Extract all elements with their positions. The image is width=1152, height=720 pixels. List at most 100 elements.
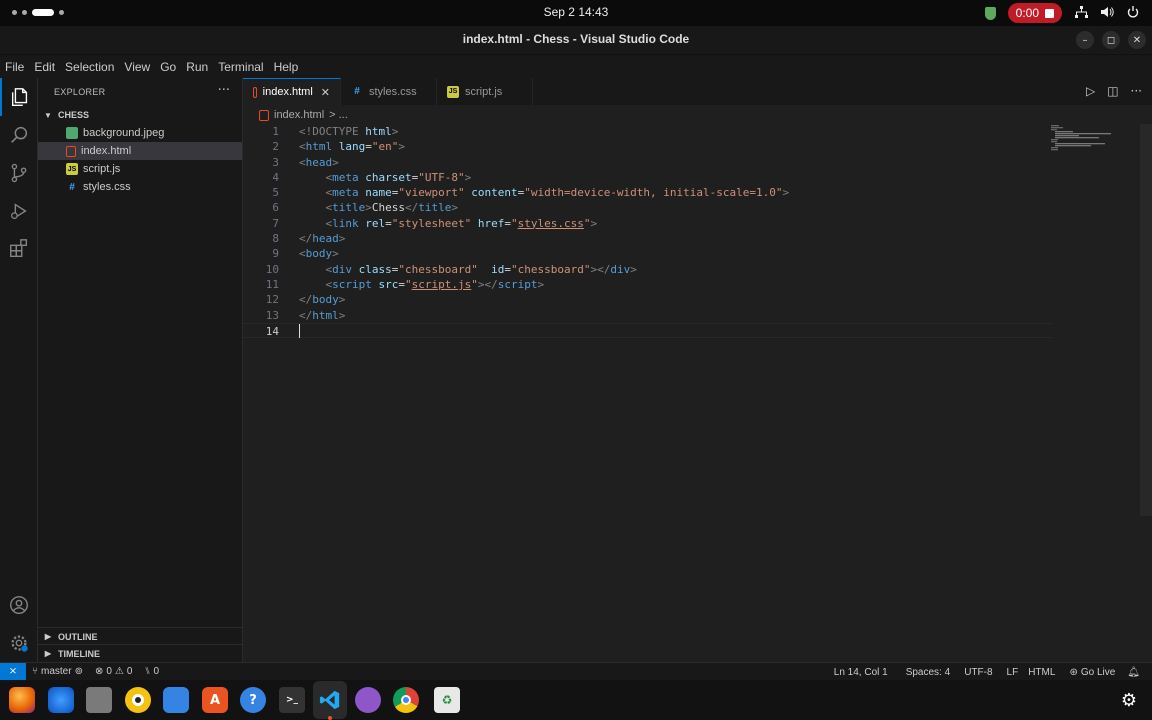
rhythmbox-inner <box>132 694 144 706</box>
split-editor-icon[interactable]: ◫ <box>1107 84 1118 98</box>
maximize-button[interactable]: ◻ <box>1102 31 1120 49</box>
run-icon[interactable]: ▷ <box>1086 84 1095 98</box>
vertical-scrollbar[interactable] <box>1140 124 1152 516</box>
code-line: 2 < html lang = "en" > <box>243 139 1052 154</box>
code-token: meta <box>332 170 359 184</box>
remote-indicator-icon[interactable]: ⨯ <box>0 662 26 681</box>
minimap[interactable] <box>1051 124 1111 154</box>
thunderbird-icon[interactable] <box>48 687 74 713</box>
language-mode[interactable]: HTML <box>1024 667 1061 678</box>
folder-label: CHESS <box>58 110 90 120</box>
menu-terminal[interactable]: Terminal <box>213 60 268 74</box>
menu-view[interactable]: View <box>119 60 155 74</box>
ports-icon: ⑊ <box>144 666 151 677</box>
file-index-html[interactable]: index.html <box>38 142 242 160</box>
end-of-line[interactable]: LF <box>999 667 1025 678</box>
indentation[interactable]: Spaces: 4 <box>894 667 956 678</box>
code-line: 6 < title > Chess </title > <box>243 200 1052 215</box>
line-number: 1 <box>272 125 279 138</box>
accounts-icon[interactable] <box>0 586 38 624</box>
breadcrumb-file[interactable]: index.html <box>274 109 324 121</box>
menu-run[interactable]: Run <box>181 60 213 74</box>
outline-label: OUTLINE <box>58 631 98 642</box>
writer-icon[interactable] <box>163 687 189 713</box>
code-token: " <box>583 216 591 230</box>
help-icon[interactable]: ? <box>240 687 266 713</box>
manage-gear-icon[interactable] <box>0 624 38 662</box>
line-number: 8 <box>272 232 279 246</box>
app-center-icon[interactable]: A <box>202 687 228 713</box>
encoding[interactable]: UTF-8 <box>956 667 998 678</box>
breadcrumb: index.html > ... <box>243 105 1152 125</box>
system-clock[interactable]: Sep 2 14:43 <box>0 5 1152 19</box>
code-token: "viewport" <box>398 186 465 200</box>
run-debug-icon[interactable] <box>0 192 38 230</box>
menu-bar: File Edit Selection View Go Run Terminal… <box>0 55 1152 78</box>
branch-name: master <box>41 666 72 677</box>
system-tray[interactable]: 0:00 <box>984 3 1140 23</box>
minimize-button[interactable]: – <box>1076 31 1094 49</box>
code-token: charset <box>365 170 412 184</box>
code-token: > <box>391 125 399 138</box>
terminal-icon[interactable]: >_ <box>279 687 305 713</box>
show-apps-icon[interactable]: ⚙︎ <box>1116 687 1142 713</box>
timeline-section[interactable]: ▶ TIMELINE <box>38 644 243 662</box>
github-desktop-icon[interactable] <box>355 687 381 713</box>
network-icon[interactable] <box>1074 5 1088 21</box>
volume-icon[interactable] <box>1100 6 1114 21</box>
code-token: " <box>405 277 412 291</box>
rhythmbox-icon[interactable] <box>125 687 151 713</box>
close-icon[interactable]: ✕ <box>321 86 330 99</box>
window-title-bar[interactable]: index.html - Chess - Visual Studio Code … <box>0 26 1152 55</box>
screen-recording-indicator[interactable]: 0:00 <box>1007 3 1062 23</box>
menu-edit[interactable]: Edit <box>29 60 60 74</box>
code-line: 8 </head > <box>243 231 1052 246</box>
file-background-jpeg[interactable]: background.jpeg <box>38 124 242 142</box>
chrome-icon[interactable] <box>393 687 419 713</box>
code-token: " <box>471 277 478 291</box>
line-number: 13 <box>265 308 279 322</box>
explorer-icon[interactable] <box>0 78 38 116</box>
tab-styles-css[interactable]: # styles.css <box>341 78 437 105</box>
broadcast-icon: ⊛ <box>1069 666 1078 678</box>
problems-indicator[interactable]: ⊗ 0 ⚠ 0 <box>89 666 138 677</box>
vscode-icon[interactable] <box>313 681 347 719</box>
outline-section[interactable]: ▶ OUTLINE <box>38 627 243 645</box>
tab-script-js[interactable]: JS script.js <box>437 78 533 105</box>
folder-chess[interactable]: ▼ CHESS <box>38 106 242 124</box>
menu-go[interactable]: Go <box>155 60 181 74</box>
file-script-js[interactable]: JS script.js <box>38 160 242 178</box>
code-token: Chess <box>371 201 405 215</box>
code-token: body <box>305 247 333 261</box>
git-branch[interactable]: ⑂ master ⊚ <box>26 666 89 677</box>
shield-icon[interactable] <box>984 6 996 20</box>
extensions-icon[interactable] <box>0 230 38 268</box>
code-link[interactable]: script.js <box>412 277 472 292</box>
cursor-position[interactable]: Ln 14, Col 1 <box>828 667 894 678</box>
code-token: <!DOCTYPE <box>299 125 359 138</box>
code-link[interactable]: styles.css <box>518 216 584 231</box>
more-actions-icon[interactable]: ··· <box>1131 84 1142 98</box>
file-styles-css[interactable]: # styles.css <box>38 178 242 196</box>
close-button[interactable]: ✕ <box>1128 31 1146 49</box>
search-icon[interactable] <box>0 116 38 154</box>
code-token: id <box>491 262 505 276</box>
code-line: 4 < meta charset = "UTF-8" > <box>243 170 1052 185</box>
menu-file[interactable]: File <box>0 60 29 74</box>
go-live-button[interactable]: ⊛ Go Live <box>1061 667 1121 678</box>
more-actions-icon[interactable]: ··· <box>218 83 230 98</box>
power-icon[interactable] <box>1126 5 1140 21</box>
menu-help[interactable]: Help <box>269 60 304 74</box>
notifications-icon[interactable]: 🔔︎ <box>1121 667 1146 678</box>
tab-index-html[interactable]: index.html ✕ <box>243 78 341 105</box>
breadcrumb-rest[interactable]: > ... <box>329 109 348 121</box>
menu-selection[interactable]: Selection <box>60 60 119 74</box>
trash-icon[interactable]: ♻ <box>434 687 460 713</box>
text-cursor <box>299 323 300 338</box>
code-editor[interactable]: 1 <!DOCTYPE html > 2 < html lang = "en" > 3 <… <box>243 124 1052 339</box>
files-icon[interactable] <box>86 687 112 713</box>
ports-indicator[interactable]: ⑊ 0 <box>138 666 165 677</box>
source-control-icon[interactable] <box>0 154 38 192</box>
firefox-icon[interactable] <box>9 687 35 713</box>
activity-bar <box>0 78 38 662</box>
